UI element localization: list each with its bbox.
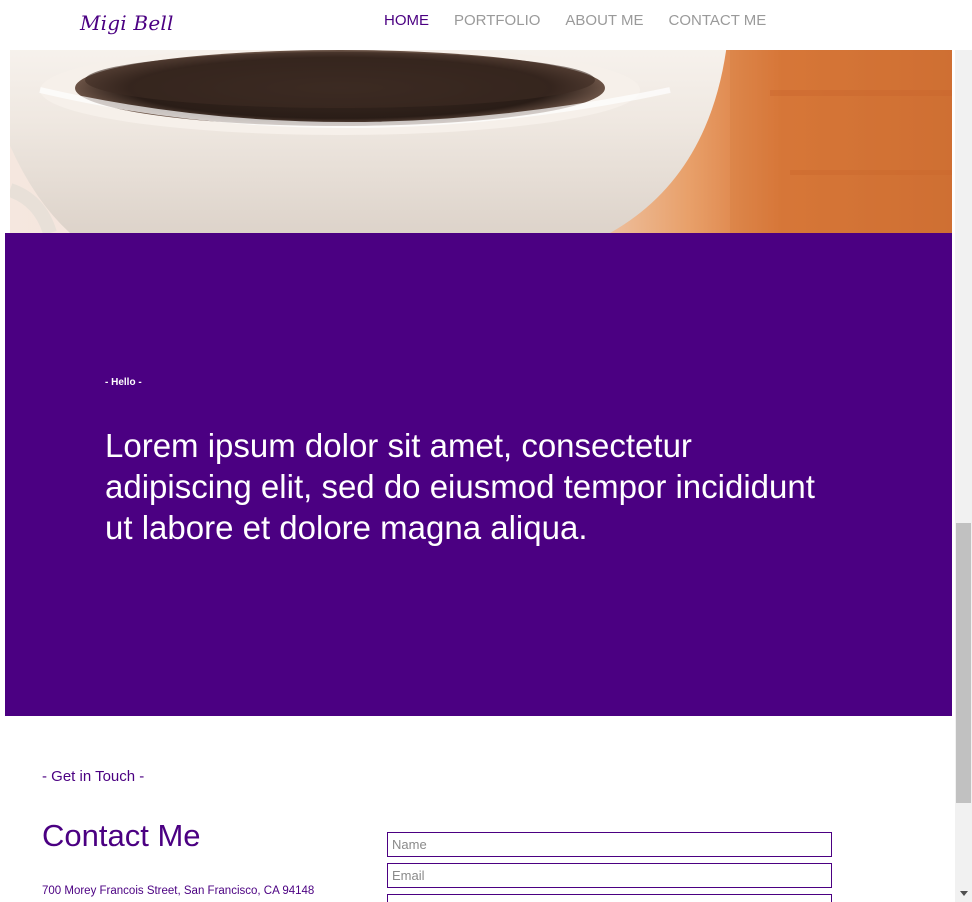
- intro-section: - Hello - Lorem ipsum dolor sit amet, co…: [5, 233, 952, 716]
- page: Migi Bell HOME PORTFOLIO ABOUT ME CONTAC…: [0, 0, 972, 902]
- contact-title: Contact Me: [42, 818, 201, 853]
- nav-contact-me[interactable]: CONTACT ME: [668, 12, 766, 30]
- scrollbar-thumb[interactable]: [956, 523, 971, 803]
- intro-text: Lorem ipsum dolor sit amet, consectetur …: [105, 427, 815, 546]
- intro-eyebrow: - Hello -: [105, 377, 142, 388]
- contact-eyebrow: - Get in Touch -: [42, 768, 145, 785]
- main-nav: HOME PORTFOLIO ABOUT ME CONTACT ME: [384, 12, 791, 30]
- site-header: Migi Bell HOME PORTFOLIO ABOUT ME CONTAC…: [0, 0, 955, 50]
- email-input[interactable]: [387, 863, 832, 888]
- nav-portfolio[interactable]: PORTFOLIO: [454, 12, 540, 30]
- site-logo[interactable]: Migi Bell: [80, 11, 174, 35]
- name-input[interactable]: [387, 832, 832, 857]
- message-field[interactable]: [387, 894, 832, 902]
- contact-address: 700 Morey Francois Street, San Francisco…: [42, 885, 315, 897]
- hero-coffee-image: [10, 50, 952, 233]
- coffee-cup-illustration: [10, 50, 952, 233]
- page-scrollbar[interactable]: [955, 50, 972, 902]
- nav-about-me[interactable]: ABOUT ME: [565, 12, 643, 30]
- scroll-down-arrow-icon[interactable]: [955, 886, 972, 900]
- nav-home[interactable]: HOME: [384, 12, 429, 30]
